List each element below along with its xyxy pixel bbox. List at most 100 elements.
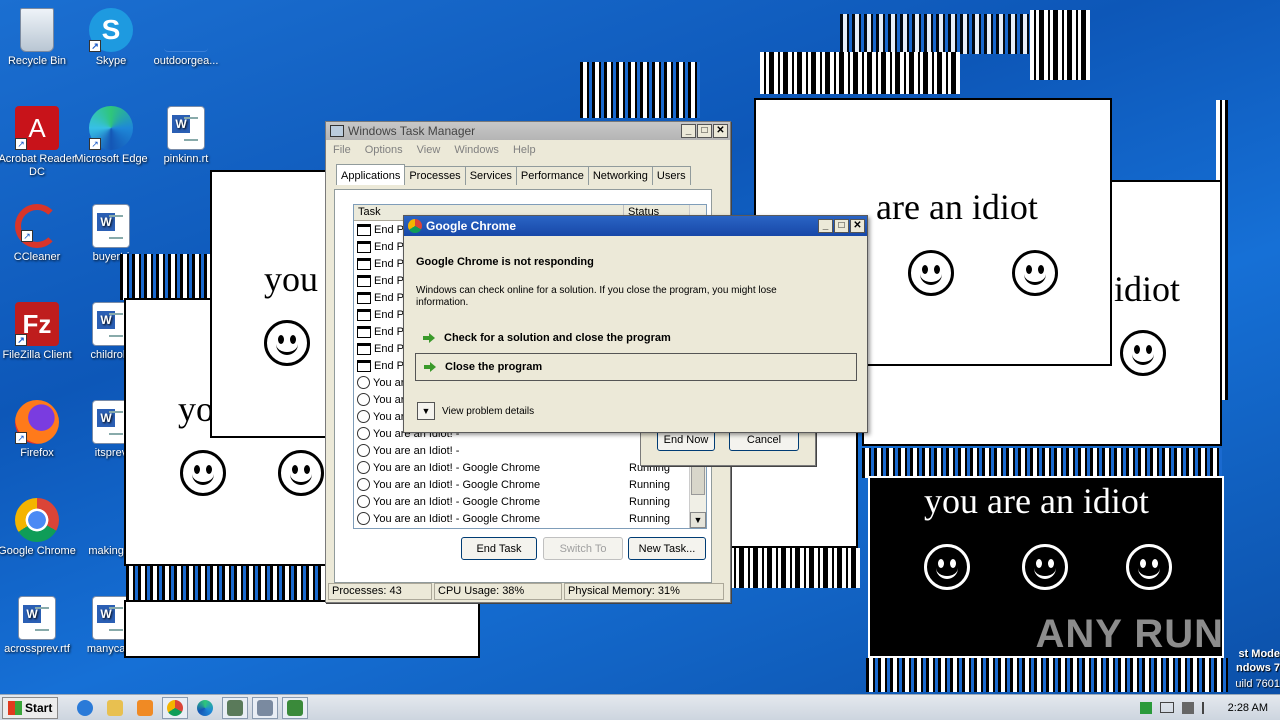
idiot-text: you	[264, 259, 318, 299]
task-manager-icon	[287, 699, 304, 716]
table-row[interactable]: You are an Idiot! - Google Chrome Running	[354, 476, 706, 493]
action-center-flag-icon[interactable]	[1201, 701, 1212, 714]
taskbar-app-1[interactable]	[222, 696, 249, 719]
scroll-thumb[interactable]	[691, 465, 705, 495]
maximize-button[interactable]: □	[834, 219, 849, 233]
status-processes: Processes: 43	[328, 583, 432, 600]
word-document-icon	[167, 106, 205, 150]
glitch-artifact	[580, 62, 700, 118]
taskbar-explorer[interactable]	[102, 697, 128, 719]
tab-processes[interactable]: Processes	[404, 166, 466, 185]
desktop-icon-label: acrossprev.rtf	[4, 643, 70, 655]
desktop-icon-recycle-bin[interactable]: Recycle Bin	[0, 8, 77, 68]
menu-options[interactable]: Options	[365, 144, 403, 156]
view-details-toggle[interactable]: ▼ View problem details	[417, 402, 534, 420]
filezilla-icon: Fz ↗	[15, 302, 59, 346]
table-row[interactable]: You are an Idiot! - Google Chrome Running	[354, 510, 706, 527]
desktop-icon-edge[interactable]: ↗ Microsoft Edge	[71, 106, 151, 166]
window-icon	[357, 257, 371, 270]
menu-file[interactable]: File	[333, 144, 351, 156]
chrome-not-responding-dialog[interactable]: Google Chrome _ □ ✕ Google Chrome is not…	[403, 215, 868, 433]
idiot-window[interactable]	[124, 600, 480, 658]
task-name: You are an Idiot! - Google Chrome	[373, 495, 541, 508]
word-document-icon	[18, 596, 56, 640]
app-window-icon	[227, 699, 244, 716]
close-button[interactable]: ✕	[713, 124, 728, 138]
desktop-icon-ccleaner[interactable]: ↗ CCleaner	[0, 204, 77, 264]
end-task-button[interactable]: End Task	[461, 537, 537, 560]
taskbar-edge[interactable]	[192, 697, 218, 719]
minimize-button[interactable]: _	[681, 124, 696, 138]
chrome-icon	[15, 498, 59, 542]
window-icon	[357, 359, 371, 372]
smiley-icon	[357, 495, 370, 508]
edge-icon: ↗	[89, 106, 133, 150]
desktop-icon-google-chrome[interactable]: Google Chrome	[0, 498, 77, 558]
tab-applications[interactable]: Applications	[336, 164, 406, 185]
desktop-icon-firefox[interactable]: ↗ Firefox	[0, 400, 77, 460]
start-button[interactable]: Start	[2, 696, 59, 719]
clock[interactable]: 2:28 AM	[1228, 702, 1268, 714]
task-status: Running	[629, 512, 670, 525]
volume-icon[interactable]	[1181, 701, 1194, 714]
desktop-icon-pinkinn[interactable]: pinkinn.rt	[146, 106, 226, 166]
firefox-icon: ↗	[15, 400, 59, 444]
smiley-icon	[1022, 544, 1068, 590]
system-tray: 2:28 AM	[1139, 701, 1280, 714]
task-name: You are an Idiot! - Google Chrome	[373, 461, 541, 474]
safe-mode-line: st Mode	[1238, 648, 1280, 660]
task-name: You ar	[373, 376, 405, 389]
desktop-icon-label: Microsoft Edge	[74, 153, 148, 165]
idiot-text: are an idiot	[876, 187, 1038, 227]
app-window-icon	[257, 699, 274, 716]
menu-bar: File Options View Windows Help	[326, 140, 730, 160]
desktop-icon-outdoorgea[interactable]: outdoorgea...	[146, 8, 226, 68]
network-icon[interactable]	[1139, 701, 1152, 714]
tab-networking[interactable]: Networking	[587, 166, 653, 185]
new-task-button[interactable]: New Task...	[628, 537, 706, 560]
minimize-button[interactable]: _	[818, 219, 833, 233]
check-solution-option[interactable]: Check for a solution and close the progr…	[415, 324, 857, 352]
monitor-icon[interactable]	[1159, 702, 1174, 713]
chevron-down-icon: ▼	[417, 402, 435, 420]
close-button[interactable]: ✕	[850, 219, 865, 233]
green-arrow-icon	[423, 332, 435, 344]
taskbar-media[interactable]	[132, 697, 158, 719]
taskbar-ie[interactable]	[72, 697, 98, 719]
menu-windows[interactable]: Windows	[454, 144, 499, 156]
switch-to-button[interactable]: Switch To	[543, 537, 623, 560]
taskbar-app-2[interactable]	[252, 696, 279, 719]
desktop-icon-label: FileZilla Client	[2, 349, 72, 361]
task-manager-titlebar[interactable]: Windows Task Manager _ □ ✕	[326, 122, 730, 140]
taskbar-chrome[interactable]	[162, 696, 189, 719]
chrome-icon	[408, 219, 422, 233]
desktop-icon-filezilla[interactable]: Fz ↗ FileZilla Client	[0, 302, 77, 362]
task-manager-icon	[330, 125, 344, 137]
scroll-down-button[interactable]: ▼	[690, 512, 706, 528]
smiley-icon	[357, 444, 370, 457]
tab-performance[interactable]: Performance	[515, 166, 589, 185]
desktop-icon-skype[interactable]: S ↗ Skype	[71, 8, 151, 68]
window-icon	[357, 291, 371, 304]
dialog-titlebar[interactable]: Google Chrome _ □ ✕	[404, 216, 867, 236]
status-memory: Physical Memory: 31%	[564, 583, 724, 600]
tab-services[interactable]: Services	[464, 166, 517, 185]
desktop-icon-label: CCleaner	[13, 251, 61, 263]
tab-users[interactable]: Users	[651, 166, 691, 185]
idiot-window[interactable]: you	[210, 170, 340, 438]
desktop-icon-acrossprev[interactable]: acrossprev.rtf	[0, 596, 77, 656]
smiley-icon	[924, 544, 970, 590]
windows-logo-icon	[8, 700, 22, 715]
desktop-icon-acrobat[interactable]: A ↗ Acrobat Reader DC	[0, 106, 77, 179]
glitch-artifact	[120, 254, 216, 300]
taskbar-task-manager[interactable]	[282, 696, 309, 719]
smiley-icon	[357, 410, 370, 423]
idiot-text: yo	[178, 389, 214, 429]
maximize-button[interactable]: □	[697, 124, 712, 138]
dialog-heading: Google Chrome is not responding	[416, 256, 594, 268]
close-program-option[interactable]: Close the program	[415, 353, 857, 381]
table-row[interactable]: You are an Idiot! - Google Chrome Running	[354, 493, 706, 510]
menu-view[interactable]: View	[417, 144, 441, 156]
menu-help[interactable]: Help	[513, 144, 536, 156]
task-name: You are an Idiot! - Google Chrome	[373, 478, 541, 491]
